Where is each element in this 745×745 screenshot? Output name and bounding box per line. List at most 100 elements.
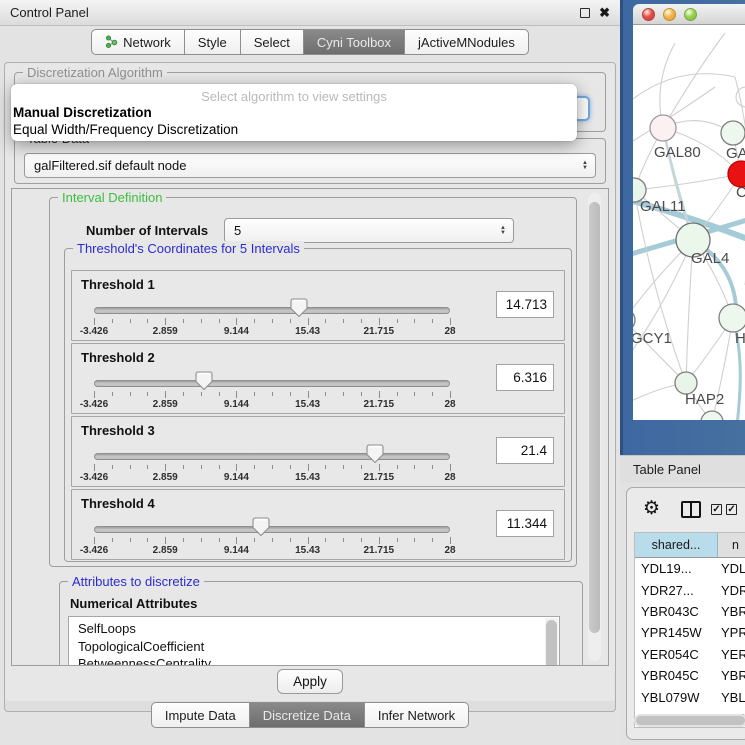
cell-name[interactable]: YDL1 bbox=[718, 561, 745, 576]
float-window-icon[interactable] bbox=[580, 8, 590, 18]
table-row[interactable]: YDL19...YDL1 bbox=[635, 558, 745, 579]
table-row[interactable]: YPR145WYPR1 bbox=[635, 622, 745, 643]
dropdown-option-manual[interactable]: Manual Discretization bbox=[11, 104, 577, 121]
tab-label: Cyni Toolbox bbox=[317, 35, 391, 50]
network-node-label: GAL4 bbox=[691, 250, 729, 267]
tick-label: 28 bbox=[444, 399, 455, 410]
tick-label: 21.715 bbox=[364, 472, 395, 483]
slider-track[interactable] bbox=[94, 380, 450, 387]
tab-discretize-data[interactable]: Discretize Data bbox=[249, 702, 365, 728]
network-canvas[interactable]: GAL80GACGAL11GAL4GCY1HHAP2 bbox=[633, 25, 745, 420]
minimize-traffic-light-icon[interactable] bbox=[663, 8, 676, 21]
slider-thumb[interactable] bbox=[366, 444, 384, 464]
table-header-row: shared... n bbox=[635, 533, 745, 558]
cell-shared-name[interactable]: YDL19... bbox=[635, 561, 718, 576]
slider-track[interactable] bbox=[94, 526, 450, 533]
threshold-value-input[interactable] bbox=[496, 364, 554, 391]
settings-scrollbar[interactable] bbox=[588, 193, 601, 661]
dropdown-placeholder-item[interactable]: Select algorithm to view settings bbox=[11, 84, 577, 104]
tab-label: Network bbox=[123, 35, 171, 50]
dropdown-option-equal-width[interactable]: Equal Width/Frequency Discretization bbox=[11, 121, 577, 138]
attribute-list-item[interactable]: SelfLoops bbox=[69, 620, 559, 638]
threshold-value-input[interactable] bbox=[496, 291, 554, 318]
tab-infer-network[interactable]: Infer Network bbox=[364, 702, 469, 728]
threshold-value-input[interactable] bbox=[496, 510, 554, 537]
table-horizontal-scrollbar[interactable] bbox=[634, 714, 745, 727]
close-icon[interactable]: ✖ bbox=[599, 8, 610, 18]
apply-button[interactable]: Apply bbox=[277, 669, 343, 694]
number-of-intervals-combo[interactable]: 5 ▲▼ bbox=[224, 218, 514, 243]
column-header-shared-name[interactable]: shared... bbox=[635, 533, 718, 557]
cell-name[interactable]: YDR2 bbox=[718, 583, 745, 598]
tab-label: Style bbox=[198, 35, 227, 50]
numerical-attributes-list[interactable]: SelfLoopsTopologicalCoefficientBetweenne… bbox=[68, 616, 560, 666]
cell-name[interactable]: YBR0 bbox=[718, 668, 745, 683]
network-node[interactable] bbox=[719, 304, 745, 332]
slider-track[interactable] bbox=[94, 307, 450, 314]
slider-ticks bbox=[94, 537, 450, 545]
table-panel-box: ⚙ ✓ ✓ shared... n YDL19...YDL1YDR27...YD… bbox=[626, 487, 745, 740]
table-row[interactable]: YBR043CYBR0 bbox=[635, 601, 745, 622]
checkbox-checked-icon[interactable]: ✓ bbox=[711, 504, 722, 515]
table-row[interactable]: YBR045CYBR0 bbox=[635, 665, 745, 686]
tab-style[interactable]: Style bbox=[184, 29, 241, 55]
cell-name[interactable]: YER0 bbox=[718, 647, 745, 662]
cell-name[interactable]: YBL0 bbox=[718, 690, 745, 705]
cell-shared-name[interactable]: YBR043C bbox=[635, 604, 718, 619]
cell-shared-name[interactable]: YPR145W bbox=[635, 625, 718, 640]
network-node[interactable] bbox=[721, 121, 745, 145]
threshold-label: Threshold 1 bbox=[81, 277, 155, 292]
attributes-group: Attributes to discretize Numerical Attri… bbox=[59, 581, 583, 666]
close-traffic-light-icon[interactable] bbox=[642, 8, 655, 21]
table-row[interactable]: YDR27...YDR2 bbox=[635, 579, 745, 600]
list-scrollbar[interactable] bbox=[545, 618, 558, 666]
zoom-traffic-light-icon[interactable] bbox=[684, 8, 697, 21]
column-header-name[interactable]: n bbox=[718, 533, 745, 557]
threshold-panel: Threshold 2-3.4262.8599.14415.4321.71528 bbox=[71, 343, 565, 414]
tick-label: -3.426 bbox=[80, 399, 108, 410]
cell-shared-name[interactable]: YDR27... bbox=[635, 583, 718, 598]
window-titlebar bbox=[633, 4, 745, 25]
node-table[interactable]: shared... n YDL19...YDL1YDR27...YDR2YBR0… bbox=[634, 532, 745, 728]
cell-shared-name[interactable]: YBL079W bbox=[635, 690, 718, 705]
table-data-combo[interactable]: galFiltered.sif default node ▲▼ bbox=[24, 153, 596, 178]
slider-track[interactable] bbox=[94, 453, 450, 460]
network-node[interactable] bbox=[633, 309, 635, 331]
threshold-value-input[interactable] bbox=[496, 437, 554, 464]
tab-jactivemnodules[interactable]: jActiveMNodules bbox=[404, 29, 529, 55]
columns-icon[interactable] bbox=[681, 501, 701, 518]
table-row[interactable]: YBL079WYBL0 bbox=[635, 686, 745, 707]
tick-label: 9.144 bbox=[224, 326, 249, 337]
cell-name[interactable]: YBR0 bbox=[718, 604, 745, 619]
group-title: Threshold's Coordinates for 5 Intervals bbox=[73, 241, 304, 256]
tab-impute-data[interactable]: Impute Data bbox=[151, 702, 250, 728]
attribute-list-item[interactable]: BetweennessCentrality bbox=[69, 655, 559, 666]
tick-label: -3.426 bbox=[80, 472, 108, 483]
tab-label: Infer Network bbox=[378, 708, 455, 723]
gear-icon[interactable]: ⚙ bbox=[643, 499, 660, 519]
network-node-label: GCY1 bbox=[633, 330, 672, 347]
cell-shared-name[interactable]: YER054C bbox=[635, 647, 718, 662]
cell-name[interactable]: YPR1 bbox=[718, 625, 745, 640]
cell-shared-name[interactable]: YBR045C bbox=[635, 668, 718, 683]
table-row[interactable]: YER054CYER0 bbox=[635, 644, 745, 665]
slider-thumb[interactable] bbox=[195, 371, 213, 391]
control-panel: Control Panel ✖ Network Style Select Cyn… bbox=[0, 0, 620, 745]
network-node[interactable] bbox=[650, 115, 676, 141]
tick-label: 9.144 bbox=[224, 545, 249, 556]
checkbox-checked-icon[interactable]: ✓ bbox=[726, 504, 737, 515]
attribute-list-item[interactable]: TopologicalCoefficient bbox=[69, 638, 559, 656]
slider-thumb[interactable] bbox=[252, 517, 270, 537]
slider-thumb[interactable] bbox=[290, 298, 308, 318]
tab-network[interactable]: Network bbox=[91, 29, 185, 55]
tick-label: 28 bbox=[444, 545, 455, 556]
tick-label: 21.715 bbox=[364, 399, 395, 410]
slider-ticks bbox=[94, 318, 450, 326]
tick-label: -3.426 bbox=[80, 545, 108, 556]
tab-select[interactable]: Select bbox=[240, 29, 304, 55]
tab-cyni-toolbox[interactable]: Cyni Toolbox bbox=[303, 29, 405, 55]
table-toolbar: ⚙ ✓ ✓ bbox=[627, 494, 745, 524]
slider-ticks bbox=[94, 464, 450, 472]
threshold-panel: Threshold 4-3.4262.8599.14415.4321.71528 bbox=[71, 489, 565, 560]
tab-label: Discretize Data bbox=[263, 708, 351, 723]
